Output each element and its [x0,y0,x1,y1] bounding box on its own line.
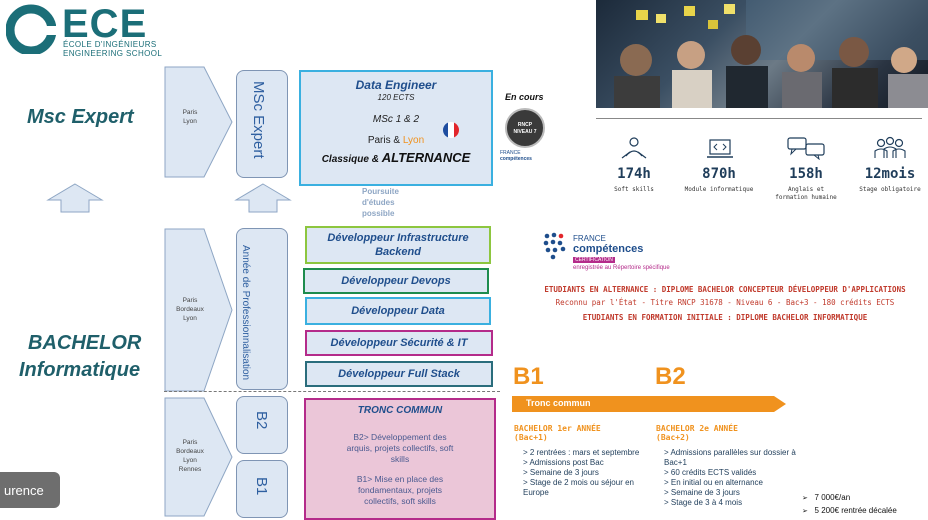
stat-caption: Anglais et formation humaine [775,186,837,201]
city-item: Bordeaux [176,306,204,313]
b3-column: Année de Professionnalisation [236,228,288,390]
b1-card-title: BACHELOR 1er ANNÉE [514,424,601,433]
arrow-up-icon [234,183,292,213]
tronc-b1: B1> Mise en place des fondamentaux, proj… [356,474,444,506]
b3-column-sub: Année de Professionnalisation [240,245,251,381]
logo-subtitle-1: ÉCOLE D'INGÉNIEURS [63,40,157,49]
card-ects: 120 ECTS [377,93,415,102]
role-box: Développeur Full Stack [305,361,493,387]
card-level: MSc 1 & 2 [372,114,420,125]
city-item: Paris [182,439,198,446]
people-hands-icon [621,137,647,159]
b1-item: > Stage de 2 mois ou séjour en Europe [523,478,634,497]
msc-column: MSc Expert [236,70,288,178]
card-title: Data Engineer [355,78,437,92]
fc-line1: FRANCE [573,234,606,243]
msc-column-label: MSc Expert [250,81,267,159]
city-item: Lyon [183,118,197,125]
france-competences-logo-icon [543,232,566,260]
b2-card-title: BACHELOR 2e ANNÉE [656,424,738,433]
tronc-commun-box: TRONC COMMUN B2> Développement des arqui… [304,398,496,520]
card-city-a: Paris & [367,135,403,146]
card-city-b: Lyon [402,135,425,146]
rncp-badge-icon: RNCP NIVEAU 7 [505,108,545,148]
city-item: Bordeaux [176,448,204,455]
b1-item: > Semaine de 3 jours [523,468,599,477]
city-item: Paris [182,297,198,304]
chat-bubbles-icon [787,137,825,160]
stat-value: 12mois [864,166,916,182]
city-item: Lyon [183,315,197,322]
bachelor-label: BACHELOR [28,332,142,354]
stat-value: 158h [789,166,823,182]
role-box: Développeur Data [305,297,491,325]
arrow-up-icon [46,183,104,213]
stat-caption: Module informatique [684,186,754,193]
year-b1-title: B1 [513,363,544,390]
role-box: Développeur Devops [303,268,489,294]
tronc-title: TRONC COMMUN [357,405,443,416]
team-icon [874,136,906,158]
stat-value: 870h [702,166,736,182]
rncp-status: En cours [505,92,544,102]
informatique-label: Informatique [19,359,141,381]
city-item: Paris [182,109,198,116]
poursuite-line: Poursuite [362,187,399,196]
poursuite-line: possible [362,209,395,218]
b2-column-label: B2 [253,411,270,430]
city-item: Rennes [178,466,202,473]
stat-value: 174h [617,166,651,182]
price-item: ➢ 7 000€/an [802,493,851,502]
ece-logo-icon [6,4,56,54]
participant-name-tag[interactable]: urence [0,472,60,508]
role-box: Développeur Sécurité & IT [305,330,493,356]
b2-item: > Semaine de 3 jours [664,488,740,497]
fc-small-b: compétences [500,156,532,162]
students-photo [596,0,928,108]
french-flag-icon [443,122,459,138]
photo-divider [596,118,922,119]
diploma-line: ETUDIANTS EN FORMATION INITIALE : DIPLOM… [582,313,868,322]
stat-caption: Stage obligatoire [859,186,921,193]
divider [164,391,500,392]
diploma-line: ETUDIANTS EN ALTERNANCE : DIPLOME BACHEL… [544,285,906,294]
diploma-line: Reconnu par l'État - Titre RNCP 31678 - … [555,298,895,307]
price-item: ➢ 5 200€ rentrée décalée [802,506,897,515]
b1-item: > Admissions post Bac [523,458,604,467]
msc-expert-label: Msc Expert [27,106,134,128]
b2-item: > Admissions parallèles sur dossier à Ba… [664,448,796,467]
poursuite-line: d'études [362,198,395,207]
fc-line2: compétences [573,243,644,255]
fc-registered: enregistrée au Répertoire spécifique [573,265,670,271]
rncp-line2: NIVEAU 7 [513,129,537,135]
students-photo-art [614,0,928,108]
fc-cert: CERTIFICATION [573,257,615,263]
b2-card-sub: (Bac+2) [656,433,690,442]
logo-subtitle-2: ENGINEERING SCHOOL [63,49,163,58]
rncp-line1: RNCP [517,122,533,128]
tronc-b2: B2> Développement des arquis, projets co… [346,432,454,464]
stat-caption: Soft skills [614,186,654,193]
banner-label: Tronc commun [526,398,591,408]
b2-column: B2 [236,396,288,454]
year-b2-title: B2 [655,363,686,390]
b1-card-sub: (Bac+1) [514,433,548,442]
b1-column-label: B1 [253,477,270,496]
data-engineer-card: Data Engineer 120 ECTS MSc 1 & 2 Paris &… [299,70,493,186]
role-box: Développeur Infrastructure Backend [305,226,491,264]
b1-column: B1 [236,460,288,518]
b2-item: > En initial ou en alternance [664,478,763,487]
b2-item: > Stage de 3 à 4 mois [664,498,743,507]
card-mode-a: Classique & [321,154,382,165]
code-laptop-icon [707,139,733,158]
card-mode-b: ALTERNANCE [381,150,471,165]
b2-item: > 60 crédits ECTS validés [664,468,757,477]
b1-item: > 2 rentrées : mars et septembre [523,448,640,457]
city-item: Lyon [183,457,197,464]
